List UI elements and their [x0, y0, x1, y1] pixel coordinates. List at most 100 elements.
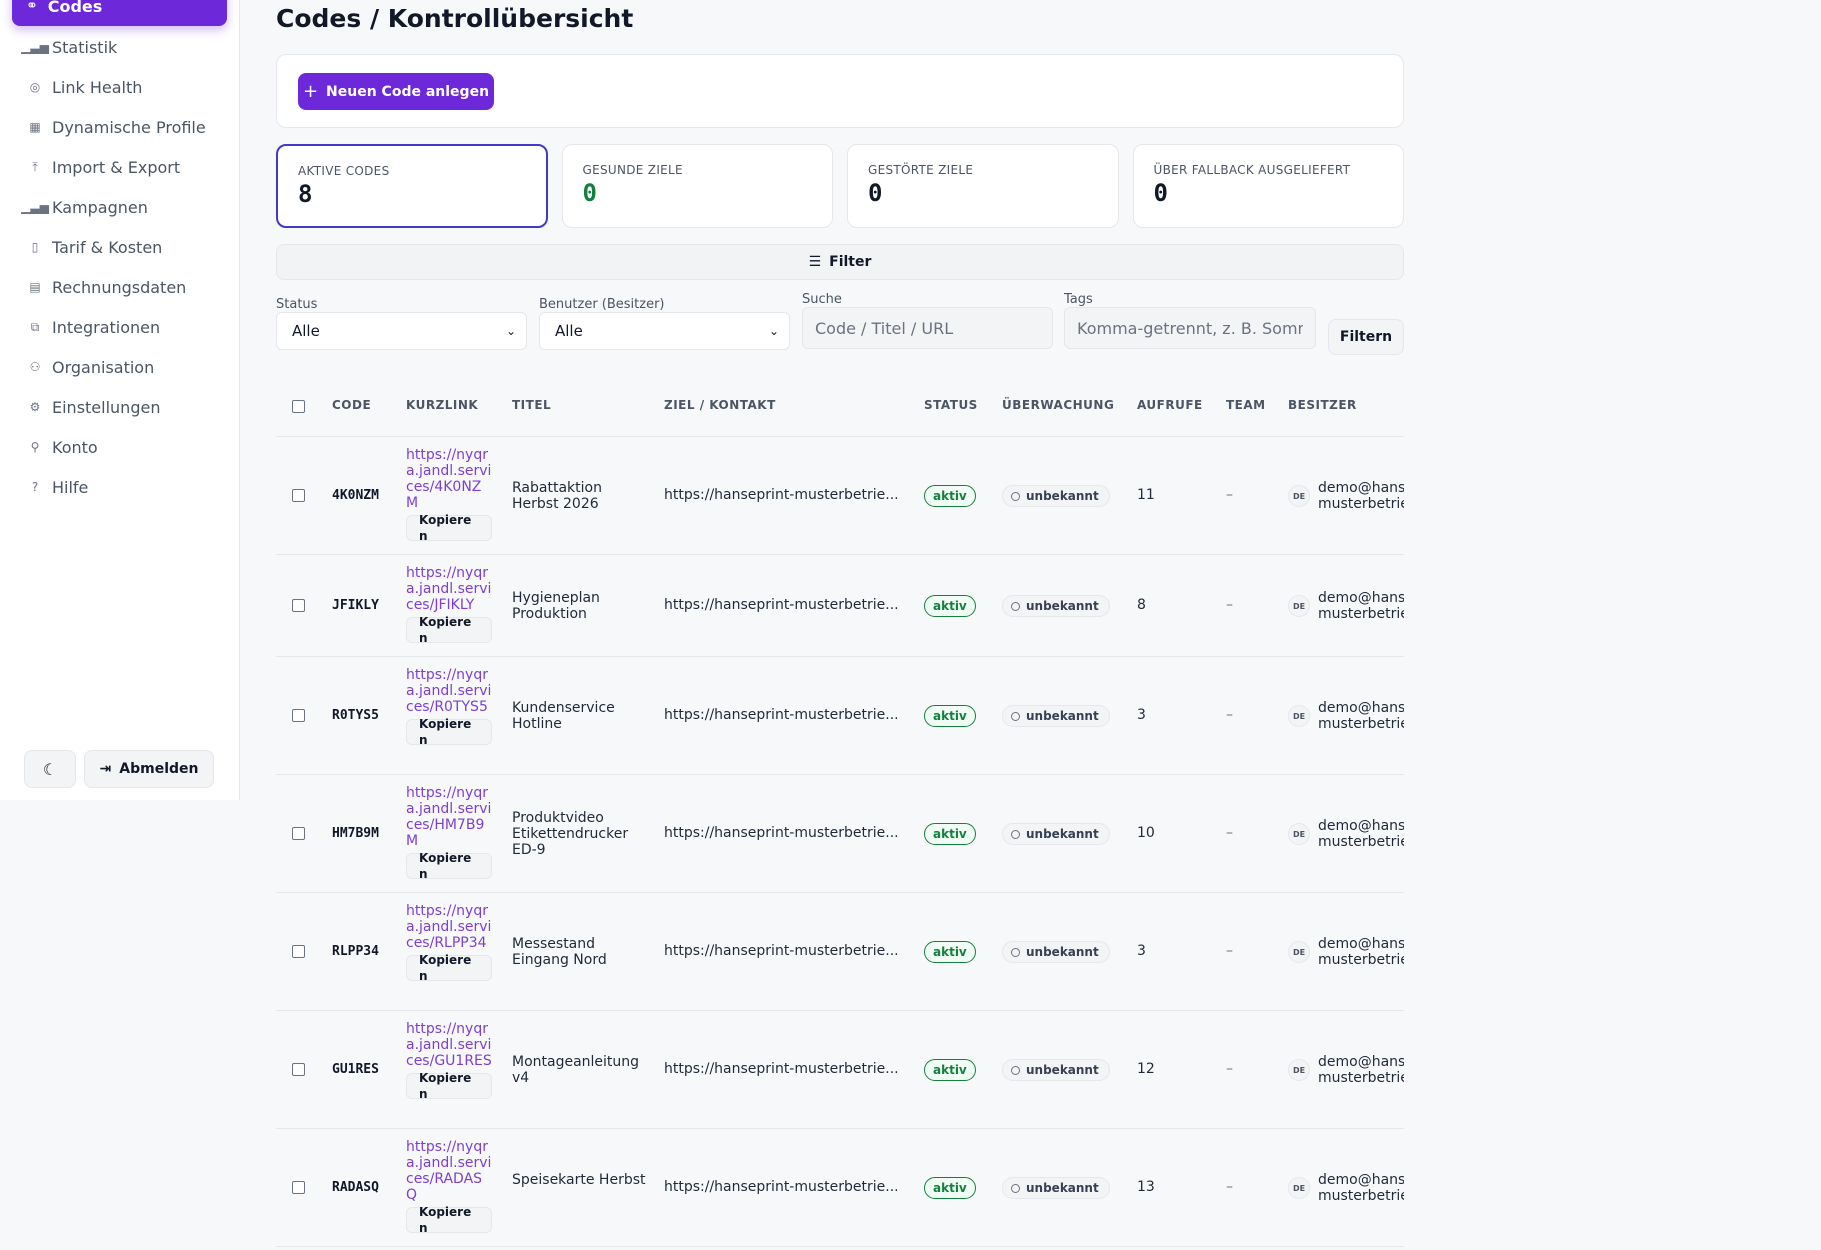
- sidebar-item-label: Kampagnen: [52, 197, 148, 217]
- row-target: https://hanseprint-musterbetrie...: [664, 487, 899, 503]
- copy-button[interactable]: Kopieren: [406, 717, 492, 747]
- row-target: https://hanseprint-musterbetrie...: [664, 943, 899, 959]
- row-team: –: [1226, 825, 1233, 841]
- row-checkbox[interactable]: [292, 827, 305, 840]
- copy-button[interactable]: Kopieren: [406, 615, 492, 645]
- shortlink[interactable]: https://nyqra.jandl.services/GU1RES: [406, 1021, 492, 1069]
- sidebar-item-label: Link Health: [52, 77, 143, 97]
- shortlink[interactable]: https://nyqra.jandl.services/HM7B9M: [406, 785, 492, 849]
- header-code[interactable]: CODE: [332, 398, 371, 412]
- row-owner: DE demo@hans musterbetrie: [1288, 480, 1404, 512]
- copy-button[interactable]: Kopieren: [406, 513, 492, 543]
- row-shortlink-cell: https://nyqra.jandl.services/RADASQ Kopie…: [406, 1139, 492, 1235]
- theme-toggle-button[interactable]: ☾: [24, 750, 76, 788]
- row-team: –: [1226, 707, 1233, 723]
- apply-filter-button[interactable]: Filtern: [1328, 319, 1404, 355]
- select-all-checkbox[interactable]: [292, 400, 305, 413]
- header-team[interactable]: TEAM: [1226, 398, 1266, 412]
- search-input[interactable]: [802, 307, 1053, 349]
- status-badge: aktiv: [924, 705, 976, 727]
- logout-button[interactable]: ⇥ Abmelden: [84, 750, 214, 788]
- kpi-row: AKTIVE CODES 8 GESUNDE ZIELE 0 GESTÖRTE …: [276, 144, 1404, 228]
- row-shortlink-cell: https://nyqra.jandl.services/R0TYS5 Kopie…: [406, 667, 492, 747]
- sidebar-item-label: Organisation: [52, 357, 155, 377]
- sidebar-item-konto[interactable]: ⚲ Konto: [0, 427, 240, 467]
- kpi-healthy-targets[interactable]: GESUNDE ZIELE 0: [561, 144, 833, 228]
- row-calls: 11: [1137, 487, 1155, 503]
- header-owner[interactable]: BESITZER: [1288, 398, 1357, 412]
- moon-icon: ☾: [42, 759, 58, 779]
- row-team: –: [1226, 597, 1233, 613]
- row-calls: 13: [1137, 1179, 1155, 1195]
- row-title: Produktvideo Etikettendrucker ED-9: [512, 810, 629, 858]
- page-title: Codes / Kontrollübersicht: [276, 4, 634, 33]
- circle-icon: [1011, 1183, 1020, 1193]
- copy-button[interactable]: Kopieren: [406, 953, 492, 983]
- copy-button[interactable]: Kopieren: [406, 851, 492, 881]
- row-team: –: [1226, 487, 1233, 503]
- sidebar-item-dynamische-profile[interactable]: ▦ Dynamische Profile: [0, 107, 240, 147]
- link-icon: ⚭: [26, 0, 38, 14]
- header-monitoring[interactable]: ÜBERWACHUNG: [1002, 398, 1114, 412]
- status-filter-label: Status: [276, 297, 318, 312]
- grid-icon: ▦: [29, 120, 41, 134]
- row-calls: 3: [1137, 943, 1146, 959]
- sidebar: ⚭ Codes ▁▃▅ Statistik ◎ Link Health ▦ Dynamis…: [0, 0, 240, 800]
- status-badge: aktiv: [924, 595, 976, 617]
- copy-button[interactable]: Kopieren: [406, 1071, 492, 1101]
- filter-toggle[interactable]: ☰ Filter: [276, 244, 1404, 280]
- header-status[interactable]: STATUS: [924, 398, 978, 412]
- status-select[interactable]: Alle ⌄: [276, 312, 527, 350]
- kpi-fallback-delivered[interactable]: ÜBER FALLBACK AUSGELIEFERT 0: [1132, 144, 1404, 228]
- row-team: –: [1226, 943, 1233, 959]
- sidebar-item-codes[interactable]: ⚭ Codes: [12, 0, 227, 26]
- shortlink[interactable]: https://nyqra.jandl.services/R0TYS5: [406, 667, 492, 715]
- copy-button[interactable]: Kopieren: [406, 1205, 492, 1235]
- row-checkbox[interactable]: [292, 945, 305, 958]
- tags-input[interactable]: [1064, 307, 1316, 349]
- circle-icon: [1011, 829, 1020, 839]
- sidebar-item-import-export[interactable]: ⤒ Import & Export: [0, 147, 240, 187]
- codes-table: CODE KURZLINK TITEL ZIEL / KONTAKT STATU…: [276, 380, 1404, 1247]
- row-target: https://hanseprint-musterbetrie...: [664, 707, 899, 723]
- shortlink[interactable]: https://nyqra.jandl.services/RADASQ: [406, 1139, 492, 1203]
- sidebar-item-einstellungen[interactable]: ⚙ Einstellungen: [0, 387, 240, 427]
- monitoring-badge: unbekannt: [1002, 595, 1110, 617]
- row-checkbox[interactable]: [292, 599, 305, 612]
- row-code: HM7B9M: [332, 826, 379, 841]
- sidebar-item-link-health[interactable]: ◎ Link Health: [0, 67, 240, 107]
- shortlink[interactable]: https://nyqra.jandl.services/4K0NZM: [406, 447, 492, 511]
- owner-select[interactable]: Alle ⌄: [539, 312, 790, 350]
- monitoring-badge: unbekannt: [1002, 485, 1110, 507]
- user-icon: ⚲: [30, 440, 40, 454]
- filter-icon: ☰: [808, 254, 822, 270]
- sidebar-item-tarif-kosten[interactable]: ▯ Tarif & Kosten: [0, 227, 240, 267]
- sidebar-item-hilfe[interactable]: ? Hilfe: [0, 467, 240, 507]
- row-shortlink-cell: https://nyqra.jandl.services/HM7B9M Kopie…: [406, 785, 492, 881]
- sidebar-item-rechnungsdaten[interactable]: ▤ Rechnungsdaten: [0, 267, 240, 307]
- kpi-broken-targets[interactable]: GESTÖRTE ZIELE 0: [847, 144, 1119, 228]
- action-card: + Neuen Code anlegen: [276, 54, 1404, 128]
- shortlink[interactable]: https://nyqra.jandl.services/RLPP34: [406, 903, 492, 951]
- sidebar-item-integrationen[interactable]: ⧉ Integrationen: [0, 307, 240, 347]
- tags-label: Tags: [1064, 292, 1093, 307]
- status-badge: aktiv: [924, 823, 976, 845]
- row-team: –: [1226, 1061, 1233, 1077]
- monitoring-badge: unbekannt: [1002, 705, 1110, 727]
- header-calls[interactable]: AUFRUFE: [1137, 398, 1203, 412]
- sidebar-item-kampagnen[interactable]: ▁▃▅ Kampagnen: [0, 187, 240, 227]
- sidebar-item-statistik[interactable]: ▁▃▅ Statistik: [0, 27, 240, 67]
- new-code-button[interactable]: + Neuen Code anlegen: [298, 73, 494, 110]
- kpi-active-codes[interactable]: AKTIVE CODES 8: [276, 144, 548, 228]
- sidebar-item-organisation[interactable]: ⚇ Organisation: [0, 347, 240, 387]
- row-checkbox[interactable]: [292, 489, 305, 502]
- row-checkbox[interactable]: [292, 709, 305, 722]
- row-checkbox[interactable]: [292, 1181, 305, 1194]
- table-row: HM7B9M https://nyqra.jandl.services/HM7B9…: [276, 775, 1404, 893]
- gear-icon: ⚙: [29, 400, 41, 414]
- row-checkbox[interactable]: [292, 1063, 305, 1076]
- header-title[interactable]: TITEL: [512, 398, 551, 412]
- header-target[interactable]: ZIEL / KONTAKT: [664, 398, 776, 412]
- header-shortlink[interactable]: KURZLINK: [406, 398, 478, 412]
- shortlink[interactable]: https://nyqra.jandl.services/JFIKLY: [406, 565, 492, 613]
